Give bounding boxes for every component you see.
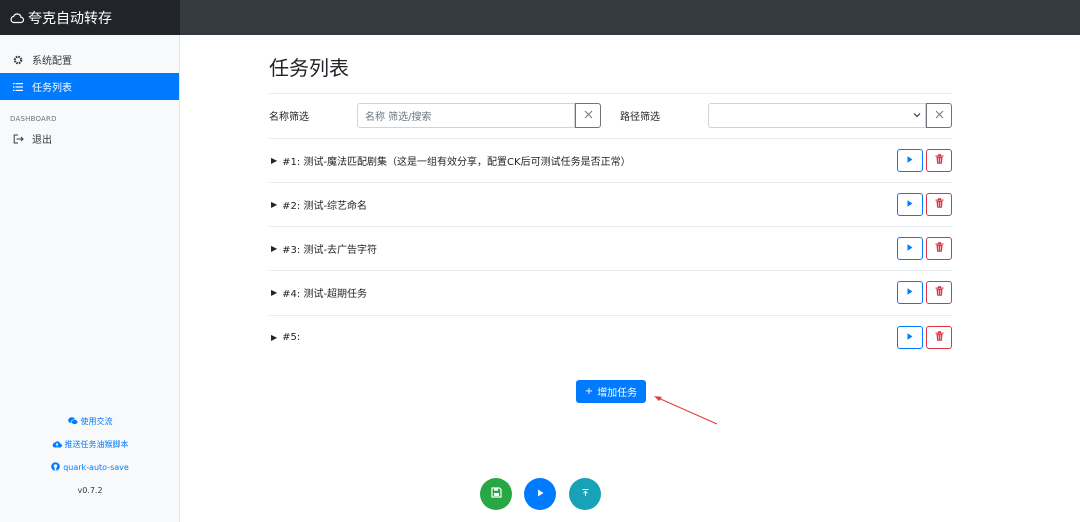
footer-link-label: 推送任务油猴脚本 [64, 440, 129, 449]
list-icon [12, 82, 24, 91]
cloud-icon [10, 12, 24, 24]
save-icon [490, 487, 502, 501]
play-icon [907, 288, 913, 297]
task-name: #3: 测试-去广告字符 [282, 245, 378, 256]
play-icon [907, 156, 913, 165]
annotation-arrow [654, 396, 718, 425]
run-task-button[interactable] [897, 149, 923, 172]
delete-task-button[interactable] [926, 193, 952, 216]
run-task-button[interactable] [897, 193, 923, 216]
path-filter-label: 路径筛选 [620, 112, 660, 123]
delete-task-button[interactable] [926, 281, 952, 304]
expand-caret-icon[interactable]: ▶ [271, 244, 277, 253]
close-icon [584, 110, 593, 122]
run-task-button[interactable] [897, 326, 923, 349]
divider [269, 93, 952, 94]
page-title: 任务列表 [269, 56, 349, 80]
close-icon [935, 110, 944, 122]
play-icon [537, 489, 544, 500]
add-task-label: 增加任务 [597, 388, 638, 399]
sidebar-footer: 使用交流 推送任务油猴脚本 quark-auto-save v0.7.2 [0, 410, 180, 502]
play-icon [907, 333, 913, 342]
task-row[interactable]: ▶ #1: 测试-魔法匹配剧集（这是一组有效分享，配置CK后可测试任务是否正常） [269, 138, 952, 182]
sidebar: 系统配置 任务列表 DASHBOARD 退出 使用交流 推送任务油猴脚本 qua… [0, 35, 180, 522]
sidebar-item-label: 系统配置 [32, 56, 72, 67]
app-title: 夸克自动转存 [28, 10, 112, 27]
name-filter-input[interactable]: 名称 筛选/搜索 [357, 103, 575, 128]
task-row[interactable]: ▶ #4: 测试-超期任务 [269, 270, 952, 314]
sidebar-item-label: 任务列表 [32, 83, 72, 94]
plus-icon: + [584, 386, 594, 397]
arrow-up-icon [581, 488, 590, 500]
task-name: #5: [282, 332, 301, 343]
task-row[interactable]: ▶ #2: 测试-综艺命名 [269, 182, 952, 226]
task-name: #4: 测试-超期任务 [282, 289, 368, 300]
sidebar-item-label: 退出 [32, 135, 52, 146]
logout-icon [12, 134, 24, 144]
task-name: #1: 测试-魔法匹配剧集（这是一组有效分享，配置CK后可测试任务是否正常） [282, 157, 631, 168]
save-button[interactable] [480, 478, 512, 510]
path-filter-select[interactable] [708, 103, 926, 128]
name-filter-label: 名称筛选 [269, 112, 309, 123]
link-github[interactable]: quark-auto-save [0, 456, 180, 479]
run-all-button[interactable] [524, 478, 556, 510]
trash-icon [935, 331, 944, 344]
github-icon [51, 462, 60, 473]
delete-task-button[interactable] [926, 149, 952, 172]
trash-icon [935, 286, 944, 299]
chevron-down-icon [913, 110, 921, 121]
trash-icon [935, 242, 944, 255]
task-row[interactable]: ▶ #3: 测试-去广告字符 [269, 226, 952, 270]
sidebar-item-task-list[interactable]: 任务列表 [0, 73, 179, 100]
expand-caret-icon[interactable]: ▶ [271, 156, 277, 165]
link-community[interactable]: 使用交流 [0, 410, 180, 433]
footer-link-label: quark-auto-save [63, 463, 129, 472]
expand-caret-icon[interactable]: ▶ [271, 333, 277, 342]
name-filter-clear-button[interactable] [575, 103, 601, 128]
expand-caret-icon[interactable]: ▶ [271, 288, 277, 297]
path-filter-clear-button[interactable] [926, 103, 952, 128]
trash-icon [935, 154, 944, 167]
wechat-icon [67, 416, 78, 427]
app-brand[interactable]: 夸克自动转存 [0, 0, 180, 35]
footer-link-label: 使用交流 [80, 417, 113, 426]
filter-row: 名称筛选 名称 筛选/搜索 路径筛选 [269, 103, 952, 128]
play-icon [907, 200, 913, 209]
task-row[interactable]: ▶ #5: [269, 315, 952, 359]
expand-caret-icon[interactable]: ▶ [271, 200, 277, 209]
run-task-button[interactable] [897, 237, 923, 260]
link-userscript[interactable]: 推送任务油猴脚本 [0, 433, 180, 456]
delete-task-button[interactable] [926, 237, 952, 260]
sidebar-item-system-config[interactable]: 系统配置 [0, 46, 179, 73]
add-task-button[interactable]: + 增加任务 [576, 380, 646, 403]
app-version: v0.7.2 [77, 486, 103, 495]
trash-icon [935, 198, 944, 211]
play-icon [907, 244, 913, 253]
run-task-button[interactable] [897, 281, 923, 304]
scroll-top-button[interactable] [569, 478, 601, 510]
cloud-upload-icon [52, 440, 62, 450]
delete-task-button[interactable] [926, 326, 952, 349]
task-name: #2: 测试-综艺命名 [282, 201, 368, 212]
sidebar-heading: DASHBOARD [10, 115, 57, 123]
sidebar-item-logout[interactable]: 退出 [0, 125, 179, 152]
gear-icon [12, 55, 24, 65]
